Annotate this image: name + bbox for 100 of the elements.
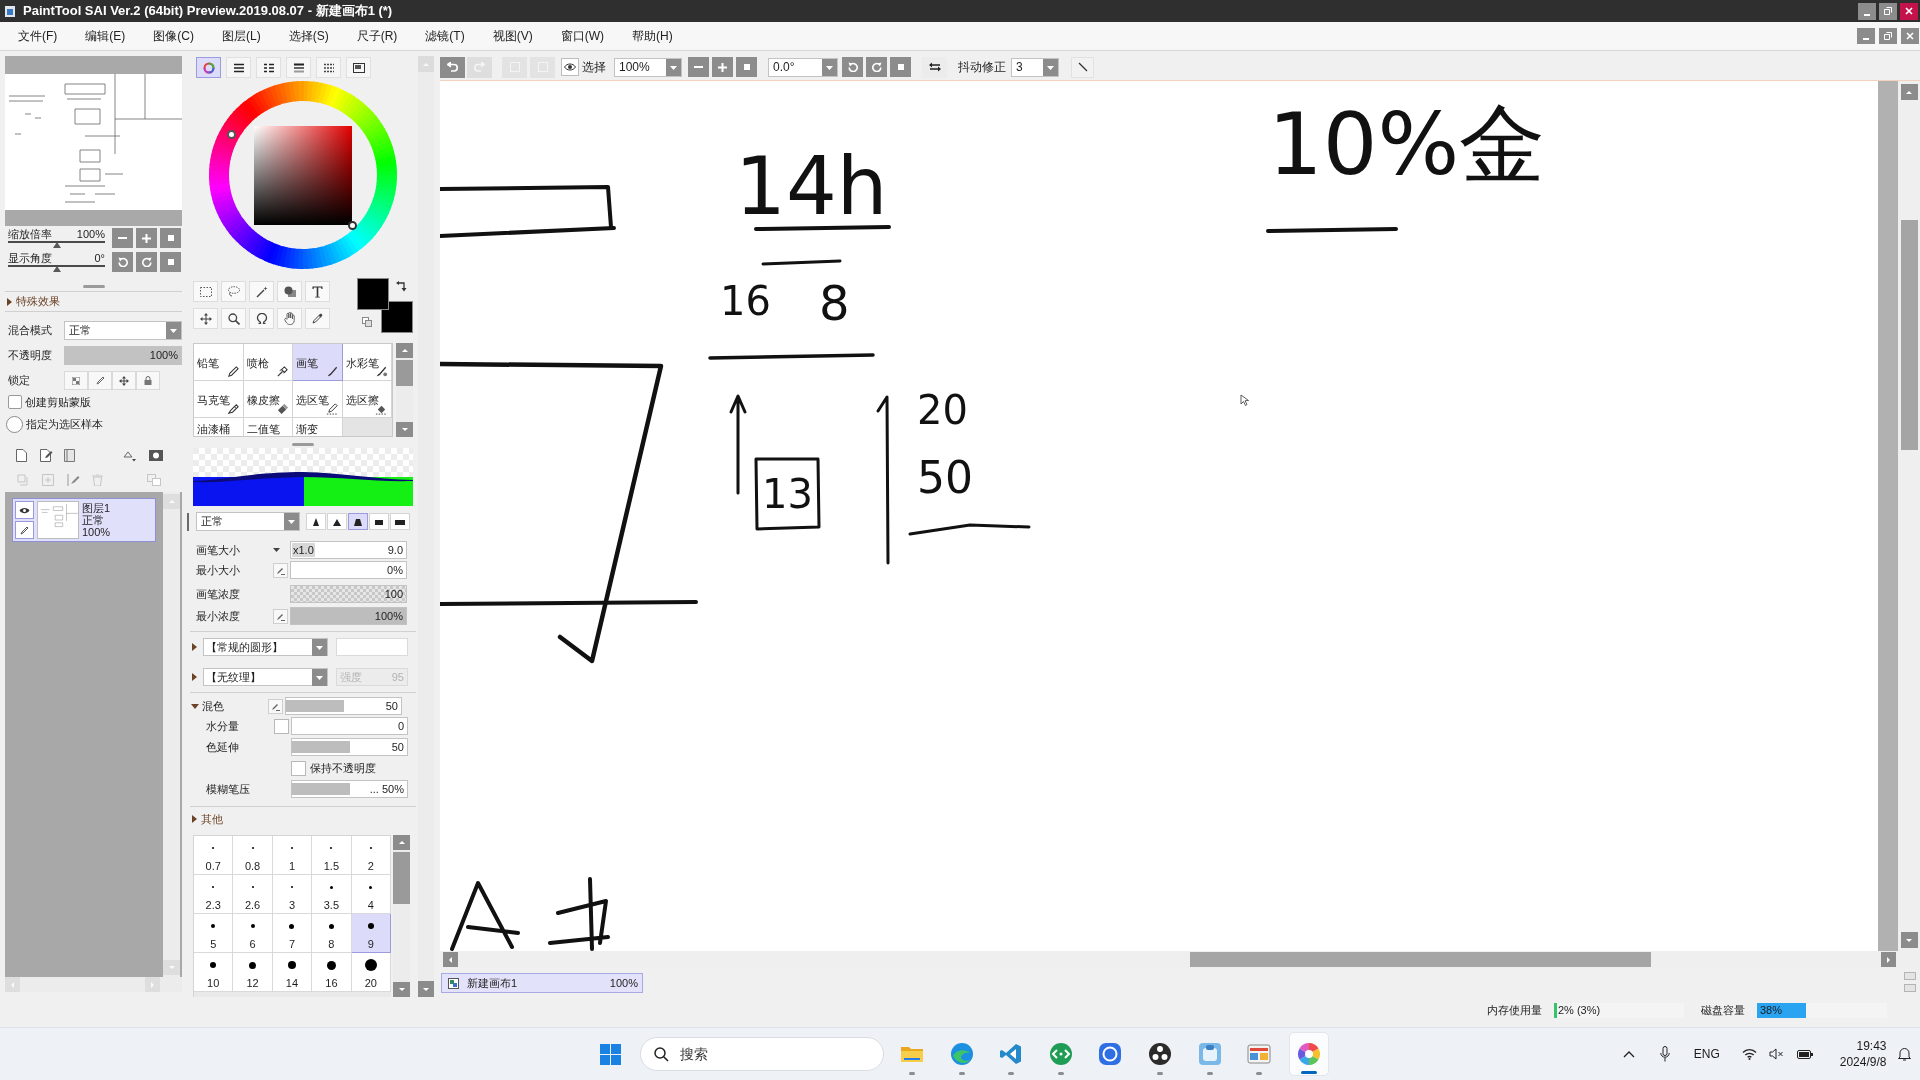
document-restore-button[interactable] <box>1879 28 1897 44</box>
menu-item[interactable]: 视图(V) <box>492 28 533 44</box>
canvas-preview-thumbnail[interactable] <box>5 74 182 210</box>
search-field[interactable]: 搜索 <box>640 1037 884 1071</box>
min-size-slider[interactable]: 0% <box>290 561 407 579</box>
rotate-left-button[interactable] <box>112 252 133 272</box>
size-multiplier[interactable]: x1.0 <box>292 543 315 557</box>
foreground-color-swatch[interactable] <box>357 278 389 310</box>
lock-drawing-button[interactable] <box>88 371 112 390</box>
brush-size-option[interactable]: 3.5 <box>312 875 352 914</box>
panel-splitter-handle[interactable] <box>82 285 105 288</box>
zoom-in-button[interactable] <box>136 228 157 248</box>
menu-item[interactable]: 选择(S) <box>288 28 329 44</box>
wifi-icon[interactable] <box>1741 1048 1757 1060</box>
lock-position-button[interactable] <box>112 371 136 390</box>
zoom-out-button[interactable] <box>112 228 133 248</box>
zoom-out-button[interactable] <box>688 57 709 77</box>
new-layer-icon[interactable] <box>16 448 27 462</box>
color-picker-handle[interactable] <box>348 221 357 230</box>
scrollbar-thumb[interactable] <box>396 360 413 386</box>
hue-ring-handle[interactable] <box>227 130 236 139</box>
new-pen-layer-icon[interactable] <box>40 448 53 462</box>
scroll-up-button[interactable] <box>396 343 413 358</box>
brush-tip-button[interactable] <box>327 513 347 530</box>
scroll-left-button[interactable] <box>443 952 458 967</box>
brush-tool-option[interactable]: 选区笔 <box>293 381 343 418</box>
rotation-reset-button[interactable] <box>160 252 181 272</box>
brush-size-option[interactable]: 2.6 <box>233 875 273 914</box>
brush-size-option[interactable]: 4 <box>351 875 391 914</box>
brush-size-option[interactable]: 0.8 <box>233 836 273 875</box>
brush-tip-button[interactable] <box>348 513 368 530</box>
notebook-icon[interactable] <box>64 448 75 462</box>
layer-item[interactable]: 图层1 正常 100% <box>12 498 156 542</box>
brush-tool-option[interactable]: 喷枪 <box>243 344 293 381</box>
stacked-squares-icon[interactable] <box>147 474 161 486</box>
scroll-down-button[interactable] <box>396 422 413 437</box>
minimize-button[interactable] <box>1858 2 1876 20</box>
restore-button[interactable] <box>1879 2 1897 20</box>
visibility-toggle[interactable] <box>15 501 34 519</box>
battery-icon[interactable] <box>1796 1048 1814 1060</box>
zoom-dropdown[interactable]: 100% <box>614 57 682 77</box>
menu-item[interactable]: 尺子(R) <box>356 28 398 44</box>
lock-all-button[interactable] <box>136 371 160 390</box>
scroll-right-button[interactable] <box>1881 952 1896 967</box>
reset-colors-icon[interactable] <box>362 317 372 327</box>
brush-size-option[interactable]: 1 <box>272 836 313 875</box>
brush-tool-option[interactable]: 橡皮擦 <box>243 381 293 418</box>
scroll-down-button[interactable] <box>393 982 410 997</box>
show-selection-button[interactable] <box>561 58 579 76</box>
menu-item[interactable]: 滤镜(T) <box>425 28 465 44</box>
pressure-toggle-button[interactable] <box>268 698 283 714</box>
input-language[interactable]: ENG <box>1693 1045 1720 1063</box>
brush-size-field[interactable]: x1.0 9.0 <box>290 541 407 559</box>
text-tool-button[interactable] <box>305 281 330 302</box>
vertical-scrollbar-thumb[interactable] <box>1900 220 1918 450</box>
radio-button[interactable] <box>6 415 23 433</box>
canvas-tab[interactable]: 新建画布1 100% <box>441 973 643 993</box>
line-tool-button[interactable] <box>1071 56 1094 78</box>
brush-size-option[interactable]: 8 <box>312 914 352 953</box>
color-stretch-slider[interactable]: 50 <box>291 738 408 756</box>
brush-size-option[interactable]: 7 <box>272 914 313 953</box>
brush-size-option[interactable]: 2 <box>351 836 391 875</box>
zoom-reset-button[interactable] <box>736 57 757 77</box>
brush-size-option[interactable]: 5 <box>194 914 234 953</box>
layer-mask-icon[interactable] <box>149 449 163 461</box>
checkbox[interactable] <box>274 718 289 734</box>
brush-size-option[interactable]: 1.5 <box>312 836 352 875</box>
close-button[interactable] <box>1900 2 1918 20</box>
color-panel-tab[interactable] <box>196 57 221 78</box>
speaker-muted-icon[interactable] <box>1768 1048 1784 1060</box>
expand-triangle-icon[interactable] <box>7 297 12 306</box>
pressure-toggle-button[interactable] <box>273 562 288 578</box>
checkbox[interactable] <box>8 395 22 409</box>
brush-mode-dropdown[interactable]: 正常 <box>196 512 300 531</box>
brush-size-option[interactable]: 9 <box>351 914 391 953</box>
microphone-icon[interactable] <box>1659 1046 1670 1062</box>
notification-icon[interactable] <box>1898 1047 1912 1061</box>
brush-tool-option[interactable]: 马克笔 <box>194 381 244 418</box>
clock-time[interactable]: 19:43 <box>1856 1038 1887 1054</box>
expand-triangle-icon[interactable] <box>191 703 199 709</box>
opacity-slider[interactable]: 100% <box>64 346 182 365</box>
menu-item[interactable]: 文件(F) <box>18 28 58 44</box>
rotate-tool-button[interactable] <box>249 308 274 329</box>
scroll-down-button[interactable] <box>1900 932 1918 948</box>
zoom-slider[interactable] <box>8 241 105 248</box>
rotation-dropdown[interactable]: 0.0° <box>768 57 838 77</box>
panel-splitter-handle[interactable] <box>292 442 314 446</box>
blur-pressure-slider[interactable]: ... 50% <box>291 780 408 798</box>
undo-button[interactable] <box>440 56 465 78</box>
horizontal-scrollbar-thumb[interactable] <box>1190 952 1651 967</box>
menu-item[interactable]: 窗口(W) <box>560 28 604 44</box>
scroll-down-button[interactable] <box>418 981 434 997</box>
brush-size-option[interactable]: 16 <box>312 953 352 992</box>
drawing-canvas[interactable]: 14h 16 8 13 20 50 10%金 <box>440 81 1878 951</box>
brush-size-option[interactable]: 6 <box>233 914 273 953</box>
scroll-up-button[interactable] <box>1900 84 1918 100</box>
water-slider[interactable]: 0 <box>291 717 408 735</box>
brush-shape-dropdown[interactable]: 【常规的圆形】 <box>203 638 328 656</box>
document-minimize-button[interactable] <box>1857 28 1875 44</box>
shape-setting-field[interactable] <box>336 638 408 656</box>
